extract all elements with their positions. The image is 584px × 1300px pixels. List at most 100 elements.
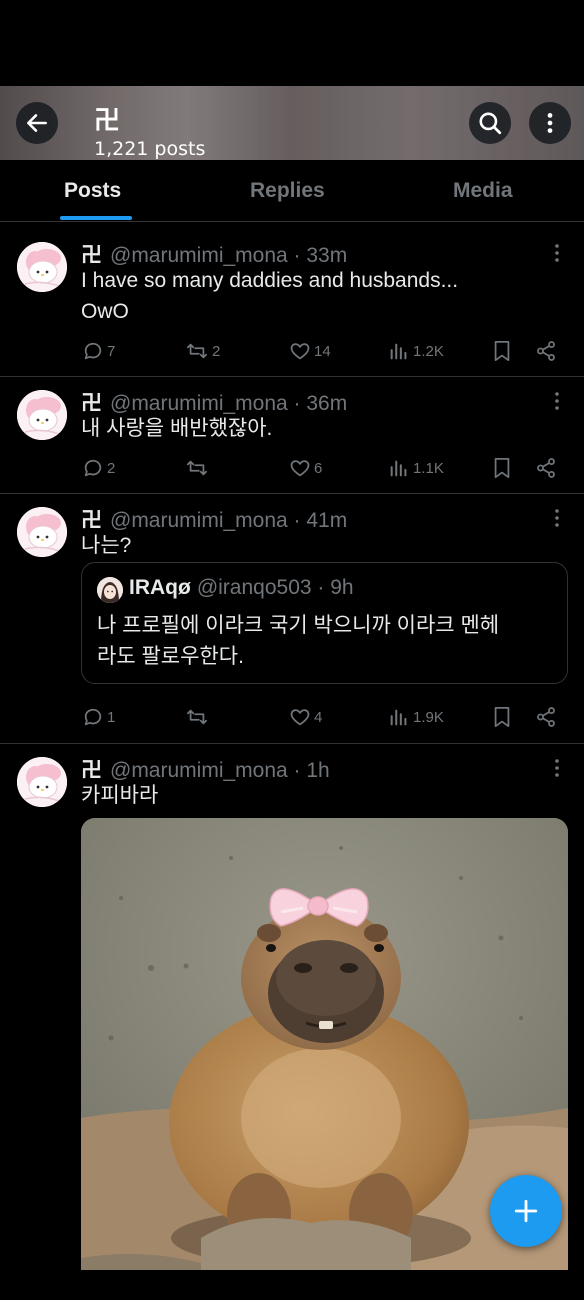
views-button[interactable]: 1.1K [388,455,444,481]
reply-icon [84,708,102,726]
reply-button[interactable]: 1 [82,704,115,730]
author-name[interactable]: 卍 [81,244,102,267]
views-count: 1.2K [413,342,444,360]
avatar[interactable] [17,242,67,292]
post-text: 내 사랑을 배반했잖아. [81,413,561,444]
author-handle[interactable]: @marumimi_mona [110,392,288,415]
search-button[interactable] [469,102,511,144]
plus-icon [514,1199,538,1223]
reply-count: 1 [107,708,116,726]
author-handle[interactable]: @marumimi_mona [110,244,288,267]
quoted-avatar[interactable] [97,577,123,603]
post-count: 1,221 posts [94,138,206,160]
post-time: · 33m [293,244,348,267]
share-button[interactable] [535,704,557,730]
active-tab-indicator [60,216,132,220]
quoted-text-line: 라도 팔로우한다. [97,645,244,668]
back-button[interactable] [16,102,58,144]
reply-count: 7 [107,342,116,360]
quoted-header: IRAqø @iranqo503 · 9h [129,576,354,600]
post-more-icon[interactable] [548,507,566,529]
compose-button[interactable] [490,1175,562,1247]
like-count: 6 [314,459,323,477]
bookmark-button[interactable] [492,704,512,730]
repost-icon [186,709,208,725]
repost-button[interactable]: 2 [185,338,220,364]
views-count: 1.9K [413,708,444,726]
quoted-post-time: · 9h [317,576,354,599]
views-count: 1.1K [413,459,444,477]
tab-media[interactable]: Media [453,179,513,203]
status-bar [0,0,584,86]
bookmark-button[interactable] [492,338,512,364]
quoted-text: 나 프로필에 이라크 국기 박으니까 이라크 멘헤 라도 팔로우한다. [97,610,557,672]
author-handle[interactable]: @marumimi_mona [110,759,288,782]
more-vertical-icon [547,113,553,133]
like-count: 4 [314,708,323,726]
post-item[interactable]: 卍 @marumimi_mona · 33m I have so many dad… [0,222,584,377]
post-more-icon[interactable] [548,390,566,412]
quoted-author-handle[interactable]: @iranqo503 [197,576,312,599]
post-more-icon[interactable] [548,242,566,264]
author-name[interactable]: 卍 [81,509,102,532]
heart-icon [290,460,310,477]
share-button[interactable] [535,338,557,364]
tab-replies[interactable]: Replies [250,179,325,203]
quoted-author-name[interactable]: IRAqø [129,576,191,599]
heart-icon [290,343,310,360]
views-icon [390,343,407,360]
search-icon [479,112,502,135]
repost-icon [186,343,208,359]
avatar[interactable] [17,507,67,557]
views-button[interactable]: 1.9K [388,704,444,730]
post-item[interactable]: 卍 @marumimi_mona · 36m 내 사랑을 배반했잖아. 2 6 1… [0,377,584,494]
author-handle[interactable]: @marumimi_mona [110,509,288,532]
post-text-line: 나는? [81,534,132,557]
post-text: 나는? [81,530,561,561]
reply-button[interactable]: 2 [82,455,115,481]
share-icon [537,707,555,727]
post-time: · 1h [293,759,330,782]
avatar[interactable] [17,390,67,440]
views-button[interactable]: 1.2K [388,338,444,364]
reply-button[interactable]: 7 [82,338,115,364]
like-button[interactable]: 4 [289,704,322,730]
like-button[interactable]: 6 [289,455,322,481]
share-icon [537,458,555,478]
bookmark-icon [494,340,510,362]
more-options-button[interactable] [529,102,571,144]
repost-icon [186,460,208,476]
profile-header: 卍 1,221 posts [0,86,584,160]
post-actions: 2 6 1.1K [0,455,584,481]
like-button[interactable]: 14 [289,338,331,364]
tab-posts[interactable]: Posts [64,179,121,203]
like-count: 14 [314,342,331,360]
back-arrow-icon [27,114,47,132]
reply-count: 2 [107,459,116,477]
quoted-post[interactable]: IRAqø @iranqo503 · 9h 나 프로필에 이라크 국기 박으니까 … [81,562,568,684]
post-time: · 36m [293,392,348,415]
reply-icon [84,342,102,360]
post-text: 카피바라 [81,780,561,811]
repost-button[interactable] [185,704,212,730]
post-more-icon[interactable] [548,757,566,779]
author-name[interactable]: 卍 [81,759,102,782]
author-name[interactable]: 卍 [81,392,102,415]
post-item[interactable]: 卍 @marumimi_mona · 41m 나는? IRAqø @iranqo50… [0,494,584,744]
post-actions: 1 4 1.9K [0,704,584,730]
bookmark-button[interactable] [492,455,512,481]
post-text-line: OwO [81,300,129,323]
post-actions: 7 2 14 1.2K [0,338,584,364]
views-icon [390,460,407,477]
share-icon [537,341,555,361]
post-text-line: I have so many daddies and husbands... [81,269,459,292]
share-button[interactable] [535,455,557,481]
heart-icon [290,709,310,726]
avatar[interactable] [17,757,67,807]
profile-display-name: 卍 [94,106,121,136]
quoted-text-line: 나 프로필에 이라크 국기 박으니까 이라크 멘헤 [97,614,500,637]
profile-tabs: Posts Replies Media [0,160,584,222]
repost-button[interactable] [185,455,212,481]
repost-count: 2 [212,342,221,360]
bookmark-icon [494,706,510,728]
